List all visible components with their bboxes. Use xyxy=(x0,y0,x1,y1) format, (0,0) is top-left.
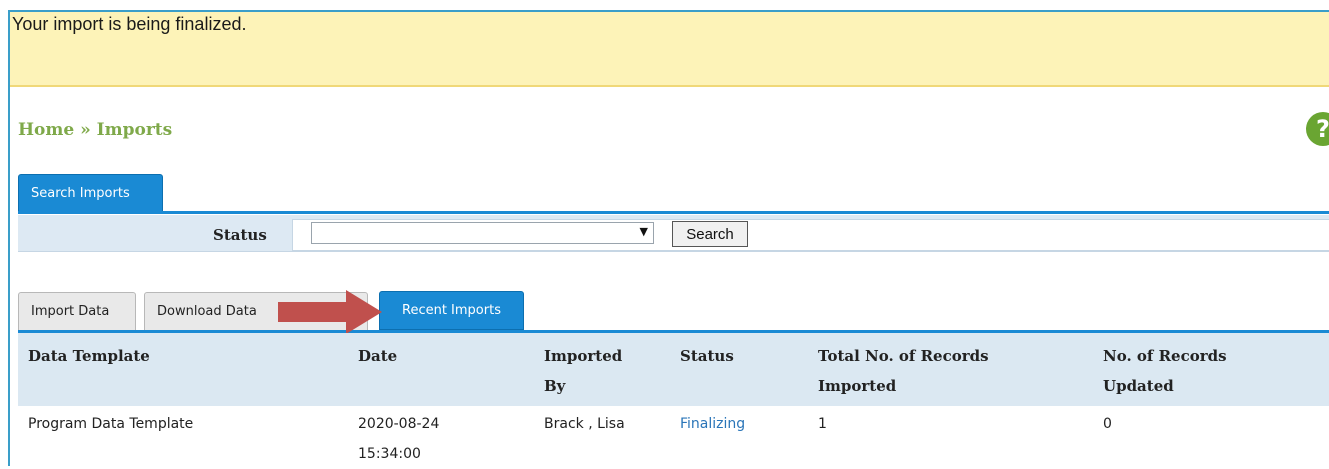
header-data-template[interactable]: Data Template xyxy=(28,341,150,371)
help-icon[interactable]: ? xyxy=(1306,112,1329,146)
header-total-records-imported[interactable]: Total No. of Records Imported xyxy=(818,341,989,401)
header-status[interactable]: Status xyxy=(680,341,734,371)
cell-status-link[interactable]: Finalizing xyxy=(680,409,745,439)
tab-label: Import Data xyxy=(31,304,110,319)
search-button[interactable]: Search xyxy=(672,221,748,247)
notice-message: Your import is being finalized. xyxy=(12,14,247,34)
tab-underline xyxy=(18,211,1329,214)
breadcrumb[interactable]: Home » Imports xyxy=(18,120,172,140)
cell-template: Program Data Template xyxy=(28,416,194,432)
cell-total-imported: 1 xyxy=(818,416,827,432)
tab-import-data[interactable]: Import Data xyxy=(18,292,136,331)
notice-banner: Your import is being finalized. xyxy=(10,12,1329,87)
page-frame: Your import is being finalized. Home » I… xyxy=(0,0,1329,466)
status-select[interactable]: ▼ xyxy=(311,222,654,244)
header-imported-by[interactable]: Imported By xyxy=(544,341,622,401)
tab-recent-imports[interactable]: Recent Imports xyxy=(379,291,524,330)
status-label: Status xyxy=(213,226,267,244)
header-date[interactable]: Date xyxy=(358,341,397,371)
tab-search-imports[interactable]: Search Imports xyxy=(18,174,163,213)
cell-updated: 0 xyxy=(1103,416,1112,432)
tab-label: Recent Imports xyxy=(402,303,501,318)
header-records-updated[interactable]: No. of Records Updated xyxy=(1103,341,1227,401)
cell-imported-by: Brack , Lisa xyxy=(544,416,625,432)
tab-label: Search Imports xyxy=(31,186,130,201)
red-arrow-icon xyxy=(278,290,382,334)
cell-date: 2020-08-24 15:34:00 xyxy=(358,416,440,462)
tab-label: Download Data xyxy=(157,304,257,319)
table-row xyxy=(18,406,1329,466)
chevron-down-icon: ▼ xyxy=(639,225,648,238)
